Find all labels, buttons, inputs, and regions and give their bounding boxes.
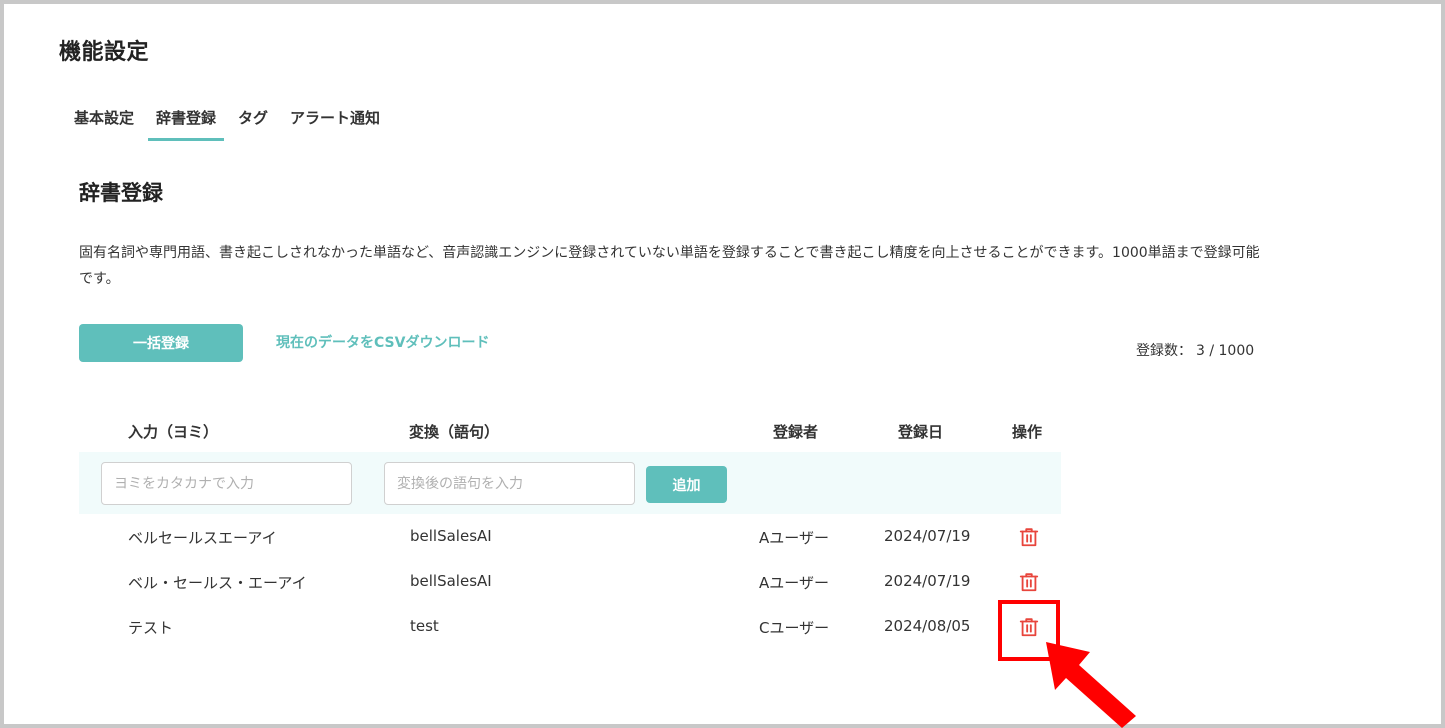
table-row: テスト test Cユーザー 2024/08/05: [79, 605, 1061, 650]
section-description: 固有名詞や専門用語、書き起こしされなかった単語など、音声認識エンジンに登録されて…: [79, 245, 1260, 287]
column-header-registrant: 登録者: [773, 423, 819, 441]
tab-bar: 基本設定 辞書登録 タグ アラート通知: [66, 104, 388, 142]
registrant-cell: Aユーザー: [759, 529, 829, 547]
tab-basic-settings[interactable]: 基本設定: [66, 104, 142, 141]
column-header-date: 登録日: [898, 423, 944, 441]
table-row: ベル・セールス・エーアイ bellSalesAI Aユーザー 2024/07/1…: [79, 560, 1061, 605]
date-cell: 2024/07/19: [884, 527, 971, 545]
section-title: 辞書登録: [79, 181, 163, 205]
trash-icon[interactable]: [1018, 526, 1040, 548]
phrase-cell: test: [410, 617, 439, 635]
registration-count-value: 3 / 1000: [1196, 343, 1255, 359]
phrase-cell: bellSalesAI: [410, 572, 492, 590]
tab-tags[interactable]: タグ: [230, 104, 276, 141]
tab-alert-notification[interactable]: アラート通知: [282, 104, 388, 141]
yomi-cell: ベルセールスエーアイ: [128, 529, 277, 547]
new-entry-row: 追加: [79, 452, 1061, 514]
registration-count-label: 登録数：: [1136, 343, 1192, 359]
page-title: 機能設定: [59, 40, 150, 65]
column-header-input: 入力（ヨミ）: [128, 423, 219, 441]
column-header-operation: 操作: [1012, 423, 1043, 441]
tab-dictionary[interactable]: 辞書登録: [148, 104, 225, 141]
phrase-input[interactable]: [384, 462, 635, 505]
date-cell: 2024/07/19: [884, 572, 971, 590]
phrase-cell: bellSalesAI: [410, 527, 492, 545]
registrant-cell: Aユーザー: [759, 574, 829, 592]
column-header-conversion: 変換（語句）: [409, 423, 500, 441]
add-button[interactable]: 追加: [646, 466, 727, 503]
bulk-register-button[interactable]: 一括登録: [79, 324, 243, 362]
table-row: ベルセールスエーアイ bellSalesAI Aユーザー 2024/07/19: [79, 515, 1061, 560]
registrant-cell: Cユーザー: [759, 619, 830, 637]
red-arrow-icon: [1046, 642, 1136, 728]
trash-icon[interactable]: [1018, 571, 1040, 593]
yomi-cell: テスト: [128, 619, 174, 637]
yomi-cell: ベル・セールス・エーアイ: [128, 574, 307, 592]
date-cell: 2024/08/05: [884, 617, 971, 635]
csv-download-link[interactable]: 現在のデータをCSVダウンロード: [276, 332, 489, 352]
yomi-input[interactable]: [101, 462, 352, 505]
registration-count: 登録数： 3 / 1000: [1136, 340, 1254, 360]
